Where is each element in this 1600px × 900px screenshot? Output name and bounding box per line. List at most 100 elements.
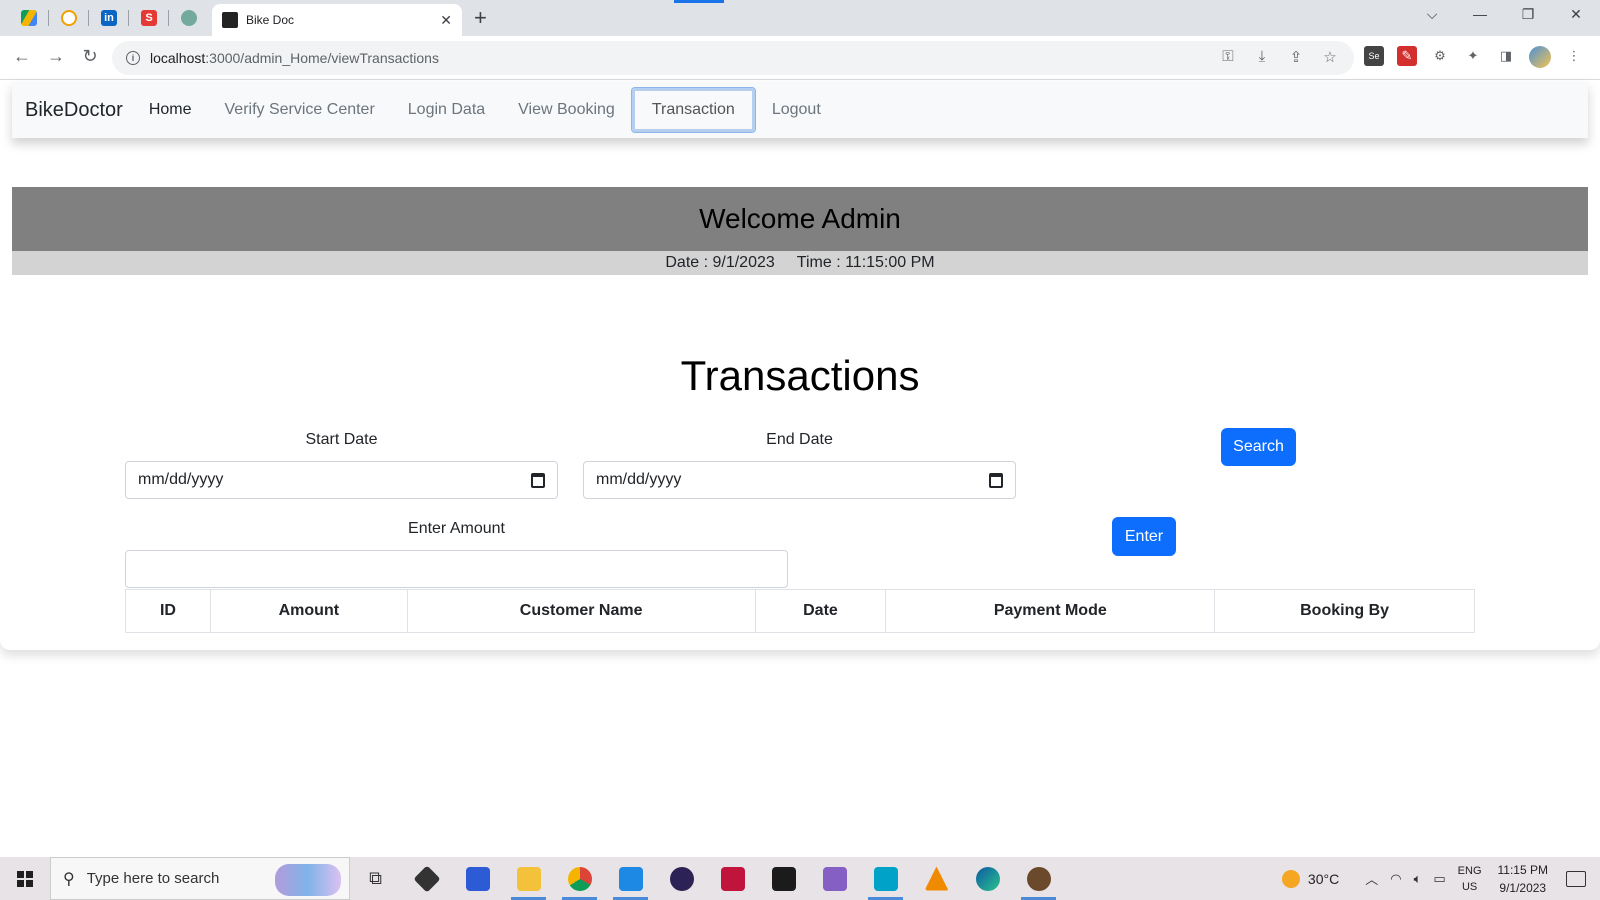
share-icon[interactable]: ⇪ xyxy=(1286,48,1306,66)
wifi-icon[interactable]: ◠ xyxy=(1390,871,1401,887)
welcome-heading: Welcome Admin xyxy=(699,203,901,234)
active-tab-title: Bike Doc xyxy=(246,13,295,27)
col-header-amount: Amount xyxy=(209,589,408,633)
minimize-icon[interactable]: — xyxy=(1468,6,1492,22)
start-date-input[interactable]: mm/dd/yyyy xyxy=(125,461,558,499)
taskbar-search-placeholder: Type here to search xyxy=(86,870,220,887)
close-tab-icon[interactable]: ✕ xyxy=(440,12,452,29)
temperature: 30°C xyxy=(1307,870,1340,887)
calendar-icon[interactable] xyxy=(989,472,1003,488)
puzzle-extensions-icon[interactable]: ✦ xyxy=(1463,46,1483,66)
close-window-icon[interactable]: ✕ xyxy=(1564,6,1588,23)
back-icon[interactable]: ← xyxy=(10,46,34,67)
tab-separator xyxy=(48,10,49,26)
current-time: Time : 11:15:00 PM xyxy=(796,254,935,271)
pinned-tab-chatgpt[interactable] xyxy=(175,6,203,30)
tab-search-icon[interactable]: ⌵ xyxy=(1420,6,1444,23)
active-tab[interactable]: Bike Doc ✕ xyxy=(212,4,462,36)
linkedin-icon: in xyxy=(101,10,117,26)
nav-link-view-booking[interactable]: View Booking xyxy=(502,93,631,127)
notification-center-icon[interactable] xyxy=(1566,870,1586,887)
site-navbar: BikeDoctor Home Verify Service Center Lo… xyxy=(12,82,1588,138)
chrome-icon xyxy=(567,866,592,891)
windows-logo-icon xyxy=(17,870,33,887)
taskbar-app-vlc[interactable] xyxy=(911,857,962,900)
nav-link-login-data[interactable]: Login Data xyxy=(392,93,501,127)
taskbar-app-mysql[interactable] xyxy=(758,857,809,900)
taskbar-app-eclipse[interactable] xyxy=(656,857,707,900)
system-tray: 30°C ︿ ◠ 🔈︎ ▭ ENG US 11:15 PM 9/1/2023 xyxy=(1281,857,1600,900)
edge-icon xyxy=(975,866,1000,891)
current-date: Date : 9/1/2023 xyxy=(665,254,775,271)
clock-time: 11:15 PM xyxy=(1497,862,1548,877)
vscode-icon xyxy=(618,866,643,891)
install-app-icon[interactable]: ⤓ xyxy=(1252,48,1272,66)
nav-link-home[interactable]: Home xyxy=(147,93,208,127)
nav-link-transaction[interactable]: Transaction xyxy=(631,88,755,132)
col-header-id: ID xyxy=(125,589,211,633)
nav-link-verify-service-center[interactable]: Verify Service Center xyxy=(209,93,391,127)
show-hidden-icons-chevron[interactable]: ︿ xyxy=(1365,869,1378,888)
navbar-brand[interactable]: BikeDoctor xyxy=(25,99,123,122)
enter-button[interactable]: Enter xyxy=(1112,517,1176,556)
taskbar-search-box[interactable]: ⚲ Type here to search xyxy=(50,857,350,900)
taskbar-app-brackets[interactable] xyxy=(452,857,503,900)
address-bar[interactable]: i localhost:3000/admin_Home/viewTransact… xyxy=(112,41,1354,75)
pdf-extension-icon[interactable]: ✎ xyxy=(1397,46,1417,66)
windows-taskbar: ⚲ Type here to search ⧉ 30°C ︿ ◠ 🔈︎ ▭ EN… xyxy=(0,857,1600,900)
end-date-input[interactable]: mm/dd/yyyy xyxy=(583,461,1016,499)
search-icon: ⚲ xyxy=(63,870,75,888)
unity-icon xyxy=(412,864,441,893)
search-button[interactable]: Search xyxy=(1221,428,1296,466)
language-code: ENG xyxy=(1457,864,1482,877)
extension-gear-icon[interactable]: ⚙ xyxy=(1430,46,1450,66)
taskbar-app-edge[interactable] xyxy=(962,857,1013,900)
forward-icon[interactable]: → xyxy=(44,46,68,67)
taskbar-clock[interactable]: 11:15 PM 9/1/2023 xyxy=(1498,861,1548,897)
extensions-area: Se ✎ ⚙ ✦ ◨ ⋮ xyxy=(1364,46,1584,68)
reload-icon[interactable]: ↻ xyxy=(78,46,102,67)
app-badge-icon xyxy=(1026,866,1051,891)
taskbar-app-visual-studio[interactable] xyxy=(809,857,860,900)
profile-avatar[interactable] xyxy=(1529,46,1551,68)
menu-kebab-icon[interactable]: ⋮ xyxy=(1564,46,1584,66)
site-info-icon[interactable]: i xyxy=(126,51,140,65)
start-button[interactable] xyxy=(0,857,50,900)
app-icon xyxy=(61,10,77,26)
taskbar-app-chrome[interactable] xyxy=(554,857,605,900)
taskbar-app-file-explorer[interactable] xyxy=(503,857,554,900)
task-view-button[interactable]: ⧉ xyxy=(350,857,401,900)
tab-separator xyxy=(128,10,129,26)
taskbar-app-unity[interactable] xyxy=(401,857,452,900)
tab-separator xyxy=(88,10,89,26)
selenium-extension-icon[interactable]: Se xyxy=(1364,46,1384,66)
calendar-icon[interactable] xyxy=(531,472,545,488)
end-date-label: End Date xyxy=(766,431,833,448)
taskbar-app-vscode[interactable] xyxy=(605,857,656,900)
volume-icon[interactable]: 🔈︎ xyxy=(1414,871,1422,887)
pinned-tab-linkedin[interactable]: in xyxy=(95,6,123,30)
language-indicator[interactable]: ENG US xyxy=(1458,863,1482,895)
taskbar-app-redis[interactable] xyxy=(707,857,758,900)
new-tab-button[interactable]: + xyxy=(474,6,487,30)
datetime-bar: Date : 9/1/2023 Time : 11:15:00 PM xyxy=(12,251,1588,275)
table-header-row: ID Amount Customer Name Date Payment Mod… xyxy=(125,589,1475,633)
password-key-icon[interactable]: ⚿ xyxy=(1218,48,1238,66)
clock-date: 9/1/2023 xyxy=(1499,880,1547,895)
pinned-tab-drive[interactable] xyxy=(15,6,43,30)
restore-icon[interactable]: ❐ xyxy=(1516,6,1540,23)
pinned-tab-app[interactable] xyxy=(55,6,83,30)
nav-link-logout[interactable]: Logout xyxy=(756,93,837,127)
end-date-placeholder: mm/dd/yyyy xyxy=(596,471,682,488)
taskbar-app-other[interactable] xyxy=(1013,857,1064,900)
task-view-icon: ⧉ xyxy=(369,868,382,888)
drive-icon xyxy=(21,10,37,26)
bookmark-star-icon[interactable]: ☆ xyxy=(1320,48,1340,66)
pinned-tab-s[interactable]: S xyxy=(135,6,163,30)
battery-icon[interactable]: ▭ xyxy=(1433,871,1445,887)
weather-widget[interactable]: 30°C xyxy=(1281,869,1340,888)
amount-input[interactable] xyxy=(125,550,788,588)
search-highlight-image xyxy=(275,864,341,896)
side-panel-icon[interactable]: ◨ xyxy=(1496,46,1516,66)
taskbar-app-remote-desktop[interactable] xyxy=(860,857,911,900)
